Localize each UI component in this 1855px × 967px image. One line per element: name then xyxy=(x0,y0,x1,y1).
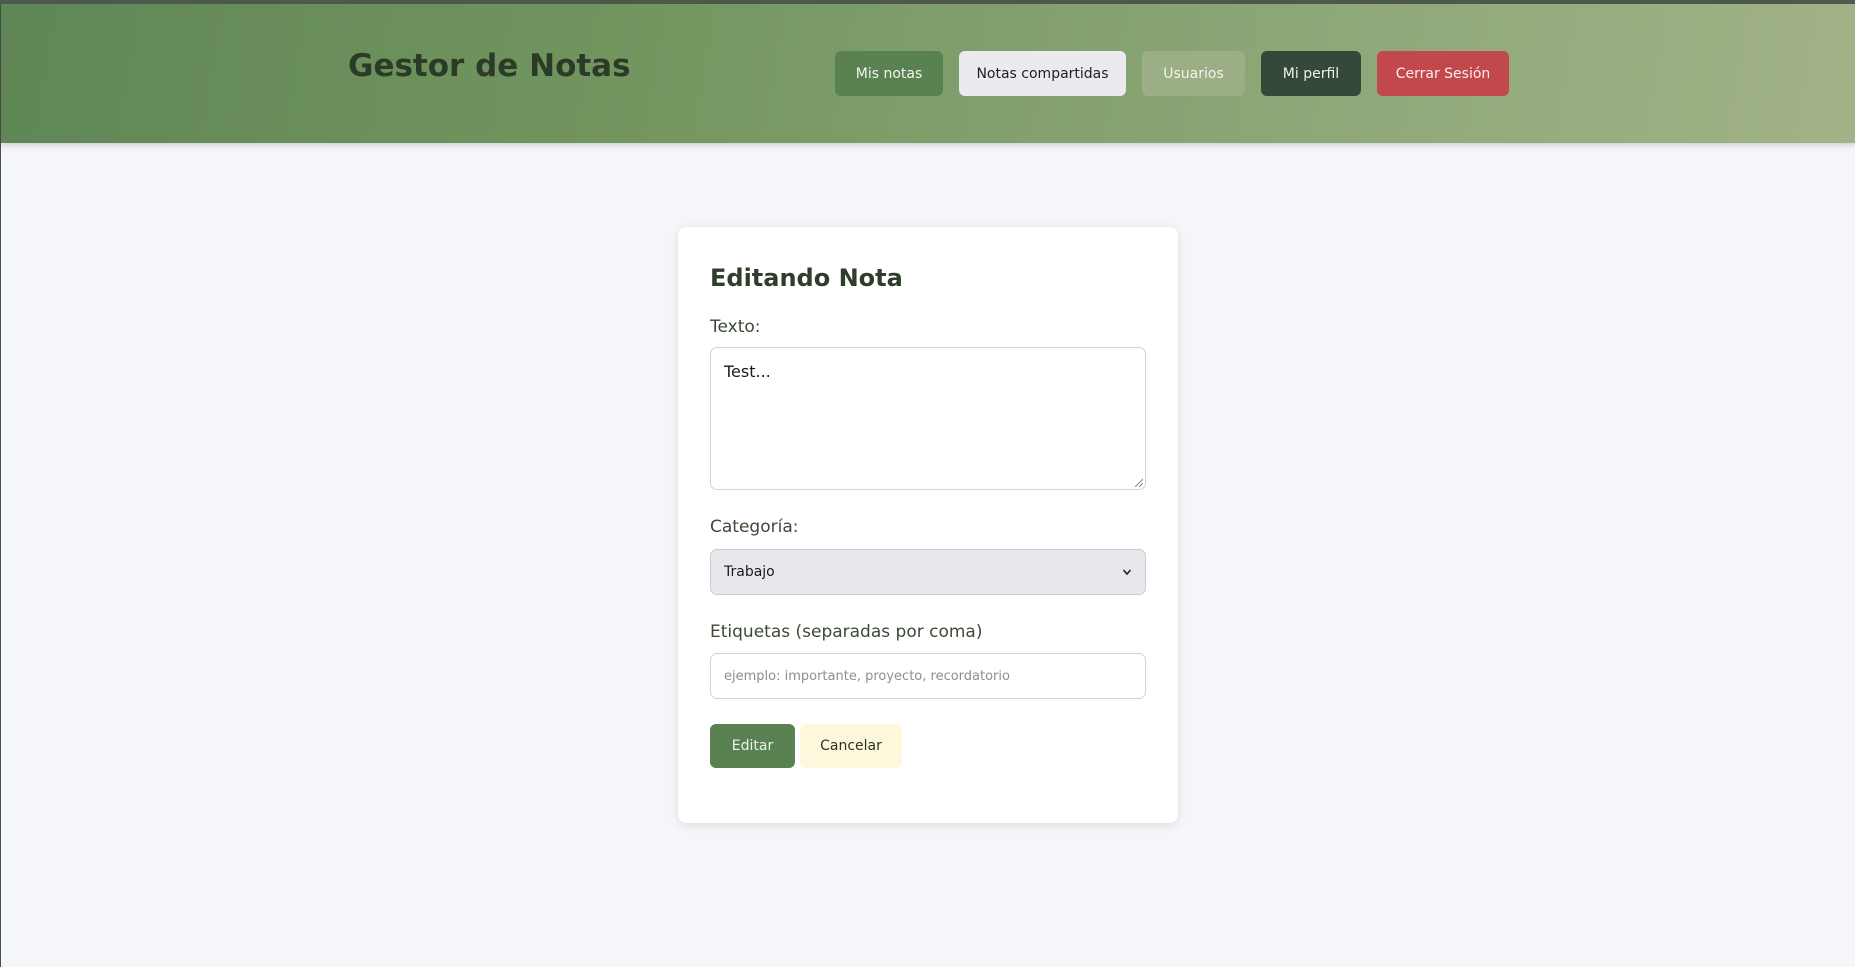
etiquetas-input[interactable]: ejemplo: importante, proyecto, recordato… xyxy=(710,653,1146,699)
texto-label: Texto: xyxy=(710,317,761,337)
nav-mis-notas-button[interactable]: Mis notas xyxy=(835,51,943,96)
categoria-selected-value: Trabajo xyxy=(724,564,775,580)
texto-textarea[interactable]: Test... xyxy=(710,347,1146,490)
app-title: Gestor de Notas xyxy=(348,48,631,84)
cerrar-sesion-button[interactable]: Cerrar Sesión xyxy=(1377,51,1509,96)
categoria-label: Categoría: xyxy=(710,517,799,537)
editar-button[interactable]: Editar xyxy=(710,724,795,768)
resize-grip-icon[interactable] xyxy=(1133,477,1143,487)
edit-note-card: Editando Nota Texto: Test... Categoría: … xyxy=(678,227,1178,823)
texto-value: Test... xyxy=(724,362,771,381)
nav-mi-perfil-button[interactable]: Mi perfil xyxy=(1261,51,1361,96)
chevron-down-icon xyxy=(1122,569,1132,576)
top-navbar: Gestor de Notas Mis notas Notas comparti… xyxy=(1,4,1855,143)
nav-usuarios-button[interactable]: Usuarios xyxy=(1142,51,1245,96)
form-title: Editando Nota xyxy=(710,264,903,292)
window-left-border xyxy=(0,4,1,967)
nav-notas-compartidas-button[interactable]: Notas compartidas xyxy=(959,51,1126,96)
cancelar-button[interactable]: Cancelar xyxy=(800,724,902,768)
etiquetas-label: Etiquetas (separadas por coma) xyxy=(710,622,983,642)
etiquetas-placeholder: ejemplo: importante, proyecto, recordato… xyxy=(724,668,1010,684)
categoria-select[interactable]: Trabajo xyxy=(710,549,1146,595)
